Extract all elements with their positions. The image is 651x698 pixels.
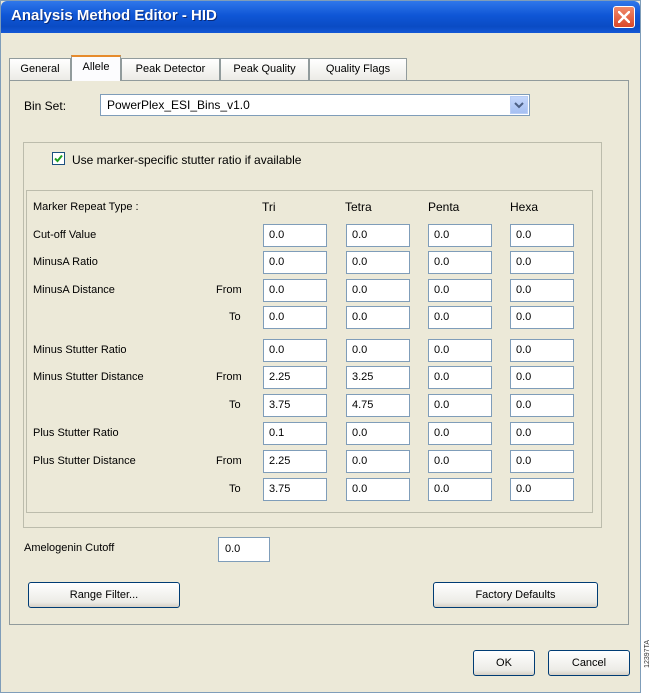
minus-stutter-distance-from-penta-field[interactable]: 0.0: [428, 366, 492, 389]
minus-stutter-distance-to-hexa-field[interactable]: 0.0: [510, 394, 574, 417]
minusa-distance-to-tri-field[interactable]: 0.0: [263, 306, 327, 329]
tab-quality-flags[interactable]: Quality Flags: [309, 58, 407, 80]
tab-label: Peak Quality: [233, 63, 296, 75]
cancel-button[interactable]: Cancel: [548, 650, 630, 676]
plus-stutter-distance-to-hexa-field[interactable]: 0.0: [510, 478, 574, 501]
minus-stutter-distance-to-tri-field[interactable]: 3.75: [263, 394, 327, 417]
plus-stutter-distance-to-tri-field[interactable]: 3.75: [263, 478, 327, 501]
figure-id-label: 12397TA: [644, 640, 651, 668]
window-title: Analysis Method Editor - HID: [11, 7, 217, 24]
tab-label: Peak Detector: [135, 63, 206, 75]
minus-stutter-ratio-penta-field[interactable]: 0.0: [428, 339, 492, 362]
plus-stutter-distance-from-penta-field[interactable]: 0.0: [428, 450, 492, 473]
cut-off-value-tri-field[interactable]: 0.0: [263, 224, 327, 247]
chevron-down-icon: [514, 102, 524, 109]
minus-stutter-distance-from-hexa-field[interactable]: 0.0: [510, 366, 574, 389]
minusa-ratio-label: MinusA Ratio: [33, 256, 98, 268]
minusa-distance-from-tetra-field[interactable]: 0.0: [346, 279, 410, 302]
minus-stutter-distance-from-tri-field[interactable]: 2.25: [263, 366, 327, 389]
column-header-hexa: Hexa: [510, 200, 539, 214]
tab-peak-detector[interactable]: Peak Detector: [121, 58, 220, 80]
minusa-distance-from-hexa-field[interactable]: 0.0: [510, 279, 574, 302]
minus-stutter-ratio-tri-field[interactable]: 0.0: [263, 339, 327, 362]
minusa-distance-to-label: To: [229, 311, 241, 323]
minusa-ratio-hexa-field[interactable]: 0.0: [510, 251, 574, 274]
title-bar[interactable]: Analysis Method Editor - HID: [1, 1, 640, 33]
close-button[interactable]: [613, 6, 635, 28]
close-icon: [618, 11, 630, 23]
tab-label: General: [20, 63, 60, 75]
cut-off-value-hexa-field[interactable]: 0.0: [510, 224, 574, 247]
plus-stutter-ratio-penta-field[interactable]: 0.0: [428, 422, 492, 445]
bin-set-value: PowerPlex_ESI_Bins_v1.0: [107, 98, 250, 112]
minusa-ratio-tetra-field[interactable]: 0.0: [346, 251, 410, 274]
tab-peak-quality[interactable]: Peak Quality: [220, 58, 309, 80]
minus-stutter-distance-to-tetra-field[interactable]: 4.75: [346, 394, 410, 417]
column-header-tri: Tri: [262, 200, 276, 214]
amelogenin-cutoff-field[interactable]: 0.0: [218, 537, 270, 562]
tab-allele[interactable]: Allele: [71, 55, 121, 81]
minusa-distance-to-tetra-field[interactable]: 0.0: [346, 306, 410, 329]
minus-stutter-distance-from-label: From: [216, 371, 242, 383]
stutter-checkbox[interactable]: [52, 152, 65, 165]
minusa-distance-from-label: From: [216, 284, 242, 296]
bin-set-label: Bin Set:: [24, 99, 67, 113]
stutter-checkbox-label: Use marker-specific stutter ratio if ava…: [72, 153, 302, 167]
minusa-distance-to-hexa-field[interactable]: 0.0: [510, 306, 574, 329]
minusa-distance-to-penta-field[interactable]: 0.0: [428, 306, 492, 329]
column-header-tetra: Tetra: [345, 200, 372, 214]
minus-stutter-ratio-hexa-field[interactable]: 0.0: [510, 339, 574, 362]
plus-stutter-distance-from-tri-field[interactable]: 2.25: [263, 450, 327, 473]
cut-off-value-tetra-field[interactable]: 0.0: [346, 224, 410, 247]
ok-button[interactable]: OK: [473, 650, 535, 676]
minusa-distance-from-tri-field[interactable]: 0.0: [263, 279, 327, 302]
minusa-distance-from-penta-field[interactable]: 0.0: [428, 279, 492, 302]
minusa-ratio-penta-field[interactable]: 0.0: [428, 251, 492, 274]
plus-stutter-ratio-hexa-field[interactable]: 0.0: [510, 422, 574, 445]
plus-stutter-ratio-tetra-field[interactable]: 0.0: [346, 422, 410, 445]
bin-set-dropdown[interactable]: PowerPlex_ESI_Bins_v1.0: [100, 94, 530, 116]
tab-label: Allele: [82, 61, 110, 73]
minus-stutter-ratio-tetra-field[interactable]: 0.0: [346, 339, 410, 362]
minusa-distance-label: MinusA Distance: [33, 284, 115, 296]
plus-stutter-distance-to-tetra-field[interactable]: 0.0: [346, 478, 410, 501]
minus-stutter-distance-from-tetra-field[interactable]: 3.25: [346, 366, 410, 389]
minus-stutter-distance-to-penta-field[interactable]: 0.0: [428, 394, 492, 417]
tab-general[interactable]: General: [9, 58, 71, 80]
plus-stutter-distance-to-label: To: [229, 483, 241, 495]
minus-stutter-ratio-label: Minus Stutter Ratio: [33, 344, 127, 356]
minus-stutter-distance-label: Minus Stutter Distance: [33, 371, 144, 383]
cut-off-value-label: Cut-off Value: [33, 229, 97, 241]
range-filter-button[interactable]: Range Filter...: [28, 582, 180, 608]
amelogenin-cutoff-label: Amelogenin Cutoff: [24, 542, 115, 554]
plus-stutter-distance-label: Plus Stutter Distance: [33, 455, 136, 467]
minus-stutter-distance-to-label: To: [229, 399, 241, 411]
plus-stutter-ratio-tri-field[interactable]: 0.1: [263, 422, 327, 445]
marker-repeat-type-label: Marker Repeat Type :: [33, 201, 139, 213]
plus-stutter-ratio-label: Plus Stutter Ratio: [33, 427, 119, 439]
minusa-ratio-tri-field[interactable]: 0.0: [263, 251, 327, 274]
plus-stutter-distance-to-penta-field[interactable]: 0.0: [428, 478, 492, 501]
dropdown-button[interactable]: [510, 96, 528, 114]
plus-stutter-distance-from-tetra-field[interactable]: 0.0: [346, 450, 410, 473]
cut-off-value-penta-field[interactable]: 0.0: [428, 224, 492, 247]
checkmark-icon: [54, 154, 63, 163]
tab-label: Quality Flags: [325, 63, 391, 75]
column-header-penta: Penta: [428, 200, 460, 214]
factory-defaults-button[interactable]: Factory Defaults: [433, 582, 598, 608]
plus-stutter-distance-from-hexa-field[interactable]: 0.0: [510, 450, 574, 473]
plus-stutter-distance-from-label: From: [216, 455, 242, 467]
